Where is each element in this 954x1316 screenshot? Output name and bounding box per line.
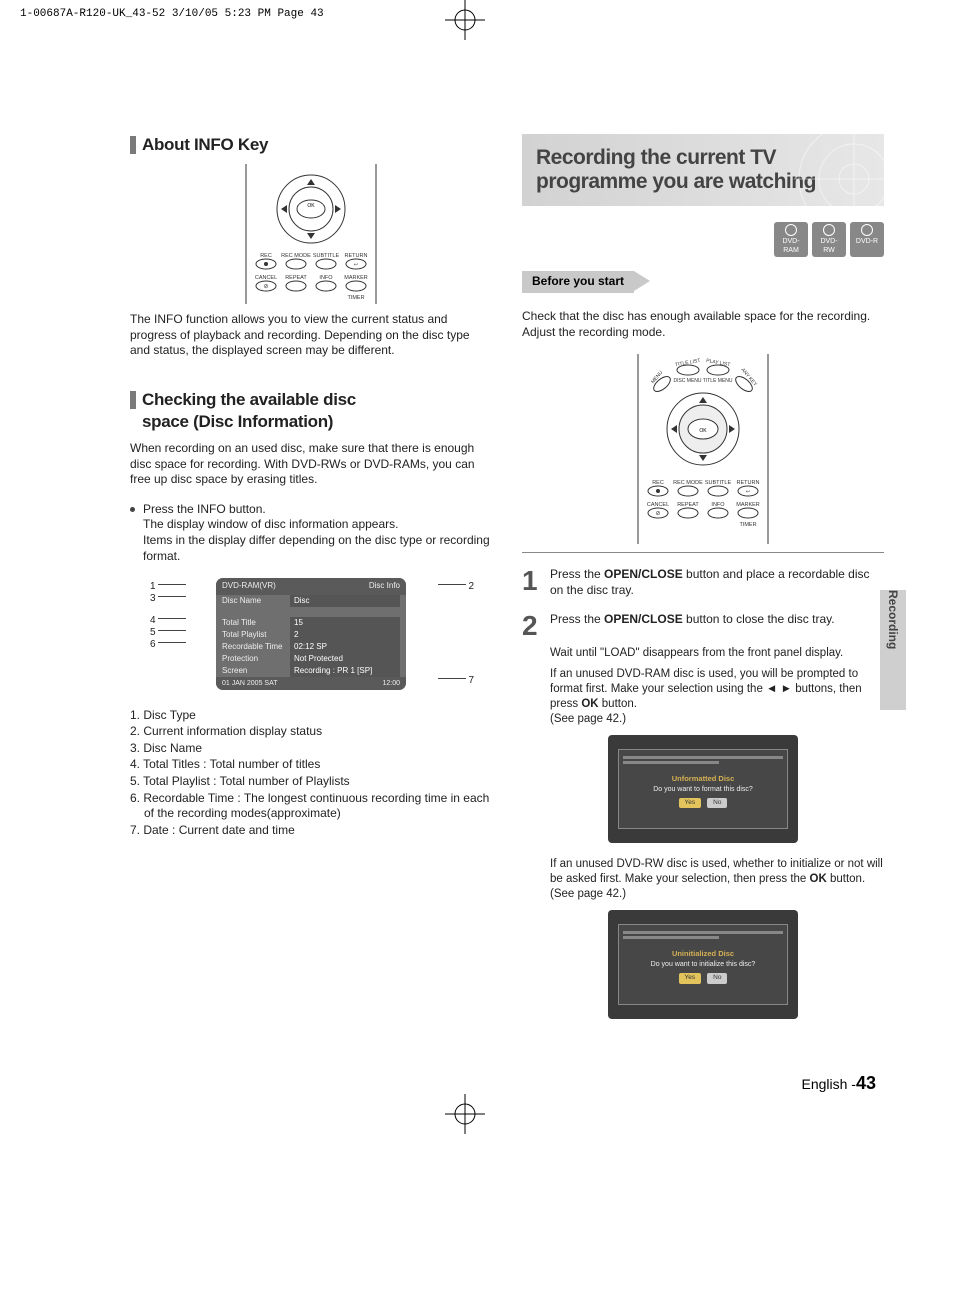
unformatted-disc-screen: Unformatted Disc Do you want to format t… [608,735,798,843]
svg-text:REC MODE: REC MODE [281,253,311,259]
svg-text:SUBTITLE: SUBTITLE [313,253,340,259]
svg-text:MARKER: MARKER [344,275,368,281]
svg-text:REC: REC [260,253,272,259]
dvd-ram-badge: DVD-RAM [774,222,808,257]
svg-text:INFO: INFO [711,502,725,508]
no-button: No [707,798,727,808]
svg-text:↩: ↩ [746,489,750,495]
svg-text:DISC MENU TITLE MENU: DISC MENU TITLE MENU [673,378,732,384]
divider [522,552,884,553]
crop-mark-top [445,0,485,40]
svg-text:RETURN: RETURN [737,480,760,486]
remote-nav-figure: OK REC REC MODE SUBTITLE RETURN ↩ CANCEL ⊘… [226,164,396,304]
checking-disc-body: When recording on an used disc, make sur… [130,441,492,488]
heading-marker-icon [130,136,136,154]
svg-text:INFO: INFO [319,275,333,281]
recording-headline: Recording the current TV programme you a… [522,134,884,206]
step2-detail3: If an unused DVD-RW disc is used, whethe… [550,857,884,902]
step-2: 2 Press the OPEN/CLOSE button to close t… [522,612,884,640]
svg-text:CANCEL: CANCEL [647,502,669,508]
yes-button: Yes [679,798,702,808]
svg-text:TIMER: TIMER [739,522,756,528]
svg-text:↩: ↩ [354,262,358,268]
step2-detail1: Wait until "LOAD" disappears from the fr… [550,646,884,661]
svg-text:MARKER: MARKER [736,502,760,508]
dvd-r-badge: DVD-R [850,222,884,257]
svg-text:REC MODE: REC MODE [673,480,703,486]
callout-legend-list: 1. Disc Type 2. Current information disp… [130,708,492,839]
crop-mark-bottom [445,1094,485,1134]
disc-info-diagram: 1 3 4 5 6 2 7 DVD-RAM(VR) Disc Info Disc… [130,578,492,689]
step-1: 1 Press the OPEN/CLOSE button and place … [522,567,884,598]
svg-text:CANCEL: CANCEL [255,275,277,281]
dvd-rw-badge: DVD-RW [812,222,846,257]
disc-info-screen: DVD-RAM(VR) Disc Info Disc NameDisc Tota… [216,578,406,689]
before-you-start-label: Before you start [522,271,634,293]
press-info-bullet: Press the INFO button. The display windo… [130,502,492,564]
yes-button: Yes [679,973,702,983]
headline-disc-graphic-icon [744,134,884,206]
remote-full-figure: TITLE LIST PLAY LIST MENU DISC MENU TITL… [618,354,788,544]
svg-text:OK: OK [307,203,315,209]
heading-marker-icon [130,391,136,409]
step2-detail2: If an unused DVD-RAM disc is used, you w… [550,667,884,727]
svg-text:REC: REC [652,480,664,486]
svg-text:REPEAT: REPEAT [677,502,699,508]
svg-text:RETURN: RETURN [345,253,368,259]
before-start-body: Check that the disc has enough available… [522,309,884,340]
svg-text:OK: OK [699,428,707,434]
about-info-key-heading: About INFO Key [130,134,492,156]
disc-type-badges: DVD-RAM DVD-RW DVD-R [522,222,884,257]
svg-text:REPEAT: REPEAT [285,275,307,281]
no-button: No [707,973,727,983]
uninitialized-disc-screen: Uninitialized Disc Do you want to initia… [608,910,798,1018]
checking-disc-space-heading: Checking the available disc space (Disc … [130,389,492,433]
svg-text:⊘: ⊘ [263,284,268,290]
side-tab-recording: Recording [880,590,906,710]
svg-text:⊘: ⊘ [655,511,660,517]
info-key-description: The INFO function allows you to view the… [130,312,492,359]
svg-text:TIMER: TIMER [347,295,364,301]
svg-text:SUBTITLE: SUBTITLE [705,480,732,486]
